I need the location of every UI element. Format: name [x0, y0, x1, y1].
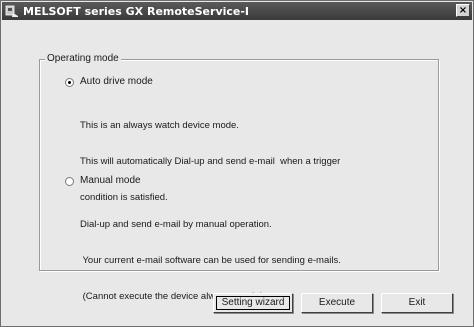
- description-line: Your current e-mail software can be used…: [80, 255, 341, 266]
- close-icon: ×: [458, 5, 468, 16]
- close-button[interactable]: ×: [456, 4, 470, 17]
- manual-mode-option[interactable]: Manual mode: [65, 175, 141, 187]
- execute-button[interactable]: Execute: [301, 293, 373, 313]
- melsoft-app-icon: [5, 4, 19, 18]
- description-line: This will automatically Dial-up and send…: [80, 156, 341, 167]
- exit-button[interactable]: Exit: [381, 293, 453, 313]
- auto-drive-mode-radio[interactable]: [65, 77, 74, 87]
- setting-wizard-button[interactable]: Setting wizard: [213, 293, 293, 313]
- title-bar[interactable]: MELSOFT series GX RemoteService-I ×: [2, 2, 472, 20]
- auto-drive-mode-label: Auto drive mode: [80, 76, 153, 87]
- window-title: MELSOFT series GX RemoteService-I: [23, 4, 250, 18]
- manual-mode-radio[interactable]: [65, 176, 74, 186]
- description-line: Dial-up and send e-mail by manual operat…: [80, 219, 272, 230]
- description-line: This is an always watch device mode.: [80, 120, 239, 131]
- manual-mode-label: Manual mode: [80, 175, 141, 186]
- operating-mode-legend: Operating mode: [45, 53, 121, 65]
- auto-drive-mode-option[interactable]: Auto drive mode: [65, 76, 153, 88]
- dialog-window: MELSOFT series GX RemoteService-I × Oper…: [0, 0, 474, 327]
